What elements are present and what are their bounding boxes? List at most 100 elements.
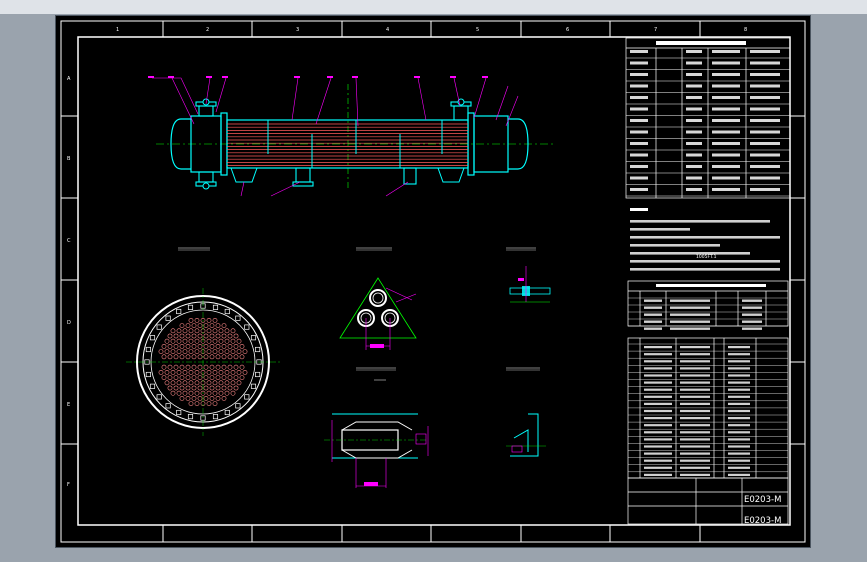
text-stub bbox=[644, 431, 672, 434]
text-stub bbox=[680, 395, 710, 398]
tube-hole bbox=[197, 354, 203, 360]
tube-hole bbox=[236, 369, 242, 375]
text-stub bbox=[750, 119, 780, 122]
bolt-hole bbox=[149, 335, 156, 341]
tube-hole bbox=[176, 380, 182, 386]
text-stub bbox=[712, 50, 740, 53]
text-stub bbox=[630, 188, 648, 191]
tube-hole bbox=[182, 338, 188, 344]
tube-hole bbox=[176, 328, 182, 334]
tube-hole bbox=[167, 354, 173, 360]
text-stub bbox=[644, 306, 662, 309]
text-stub bbox=[630, 165, 648, 168]
text-stub bbox=[680, 424, 710, 427]
tube-hole bbox=[227, 364, 233, 370]
note-line-stub bbox=[630, 236, 780, 239]
tube-hole bbox=[227, 333, 233, 339]
parts-list-rows bbox=[628, 343, 788, 476]
zone-letter: D bbox=[67, 320, 71, 326]
text-stub bbox=[728, 438, 750, 441]
text-stub bbox=[680, 402, 710, 405]
tube-hole bbox=[212, 328, 218, 334]
tube-hole bbox=[173, 343, 179, 349]
text-stub bbox=[644, 424, 672, 427]
text-stub bbox=[670, 327, 710, 330]
tube-hole bbox=[227, 375, 233, 380]
tube-hole bbox=[176, 369, 182, 375]
tube-hole bbox=[227, 385, 233, 391]
table-title-stub bbox=[656, 41, 746, 45]
tube-hole bbox=[203, 354, 209, 360]
tube-hole bbox=[170, 328, 176, 334]
tube-hole bbox=[188, 328, 194, 334]
tube-hole bbox=[161, 343, 167, 349]
tube-hole bbox=[179, 333, 185, 339]
text-stub bbox=[712, 165, 740, 168]
tube-hole bbox=[218, 369, 224, 375]
tube-hole bbox=[182, 390, 188, 396]
tube-hole bbox=[221, 364, 227, 370]
tube-hole bbox=[170, 349, 176, 354]
text-stub bbox=[630, 96, 648, 99]
tube-hole bbox=[161, 364, 167, 370]
text-stub bbox=[686, 153, 702, 157]
bolt-hole bbox=[244, 394, 250, 400]
text-stub bbox=[680, 388, 710, 391]
tube-hole bbox=[164, 338, 170, 344]
text-stub bbox=[644, 409, 672, 413]
tube-hole bbox=[158, 369, 164, 375]
text-stub bbox=[680, 353, 710, 356]
text-stub bbox=[644, 452, 672, 455]
tube-hole bbox=[197, 323, 203, 328]
bolt-hole bbox=[145, 346, 151, 353]
tube-hole bbox=[203, 323, 209, 328]
tube-hole bbox=[176, 349, 182, 354]
text-stub bbox=[644, 438, 672, 441]
tube-hole bbox=[179, 343, 185, 349]
tube-hole bbox=[215, 333, 221, 339]
tube-hole bbox=[212, 401, 218, 406]
tubesheet-layout-view bbox=[126, 247, 280, 436]
tube-hole bbox=[227, 343, 233, 349]
text-stub bbox=[686, 61, 702, 65]
tube-hole bbox=[194, 317, 200, 323]
bolt-hole bbox=[250, 335, 257, 341]
cad-viewport[interactable]: 1 2 3 4 5 6 7 8 A B C D E F 1005FT.1 E02… bbox=[56, 16, 810, 547]
tube-hole bbox=[236, 338, 242, 344]
tube-hole bbox=[197, 385, 203, 391]
text-stub bbox=[644, 299, 662, 302]
tube-hole bbox=[170, 338, 176, 344]
text-stub bbox=[728, 381, 750, 384]
bolt-hole bbox=[176, 409, 182, 416]
text-stub bbox=[712, 84, 740, 88]
tube-hole bbox=[224, 380, 230, 386]
text-stub bbox=[728, 360, 750, 363]
tube-hole bbox=[221, 385, 227, 391]
text-stub bbox=[630, 50, 648, 53]
bolt-hole bbox=[224, 409, 230, 416]
tube-hole bbox=[194, 328, 200, 334]
tube-hole bbox=[173, 333, 179, 339]
tube-hole bbox=[206, 401, 212, 406]
tube-hole bbox=[191, 375, 197, 380]
tube-hole bbox=[239, 343, 245, 349]
tube-hole bbox=[212, 380, 218, 386]
tube-hole bbox=[239, 375, 245, 380]
text-stub bbox=[712, 130, 740, 134]
text-stub bbox=[728, 431, 750, 434]
tube-hole bbox=[161, 375, 167, 380]
zone-number: 3 bbox=[296, 27, 299, 33]
tube-hole bbox=[221, 343, 227, 349]
tube-hole bbox=[194, 338, 200, 344]
text-stub bbox=[750, 165, 780, 168]
text-stub bbox=[728, 367, 750, 370]
text-stub bbox=[644, 466, 672, 469]
tube-hole bbox=[164, 380, 170, 386]
tube-hole bbox=[182, 349, 188, 354]
text-stub bbox=[750, 73, 780, 76]
tube-hole bbox=[194, 390, 200, 396]
zone-letter: F bbox=[67, 482, 70, 488]
outer-frame bbox=[60, 20, 806, 543]
tube-hole bbox=[233, 375, 239, 380]
text-stub bbox=[712, 119, 740, 122]
